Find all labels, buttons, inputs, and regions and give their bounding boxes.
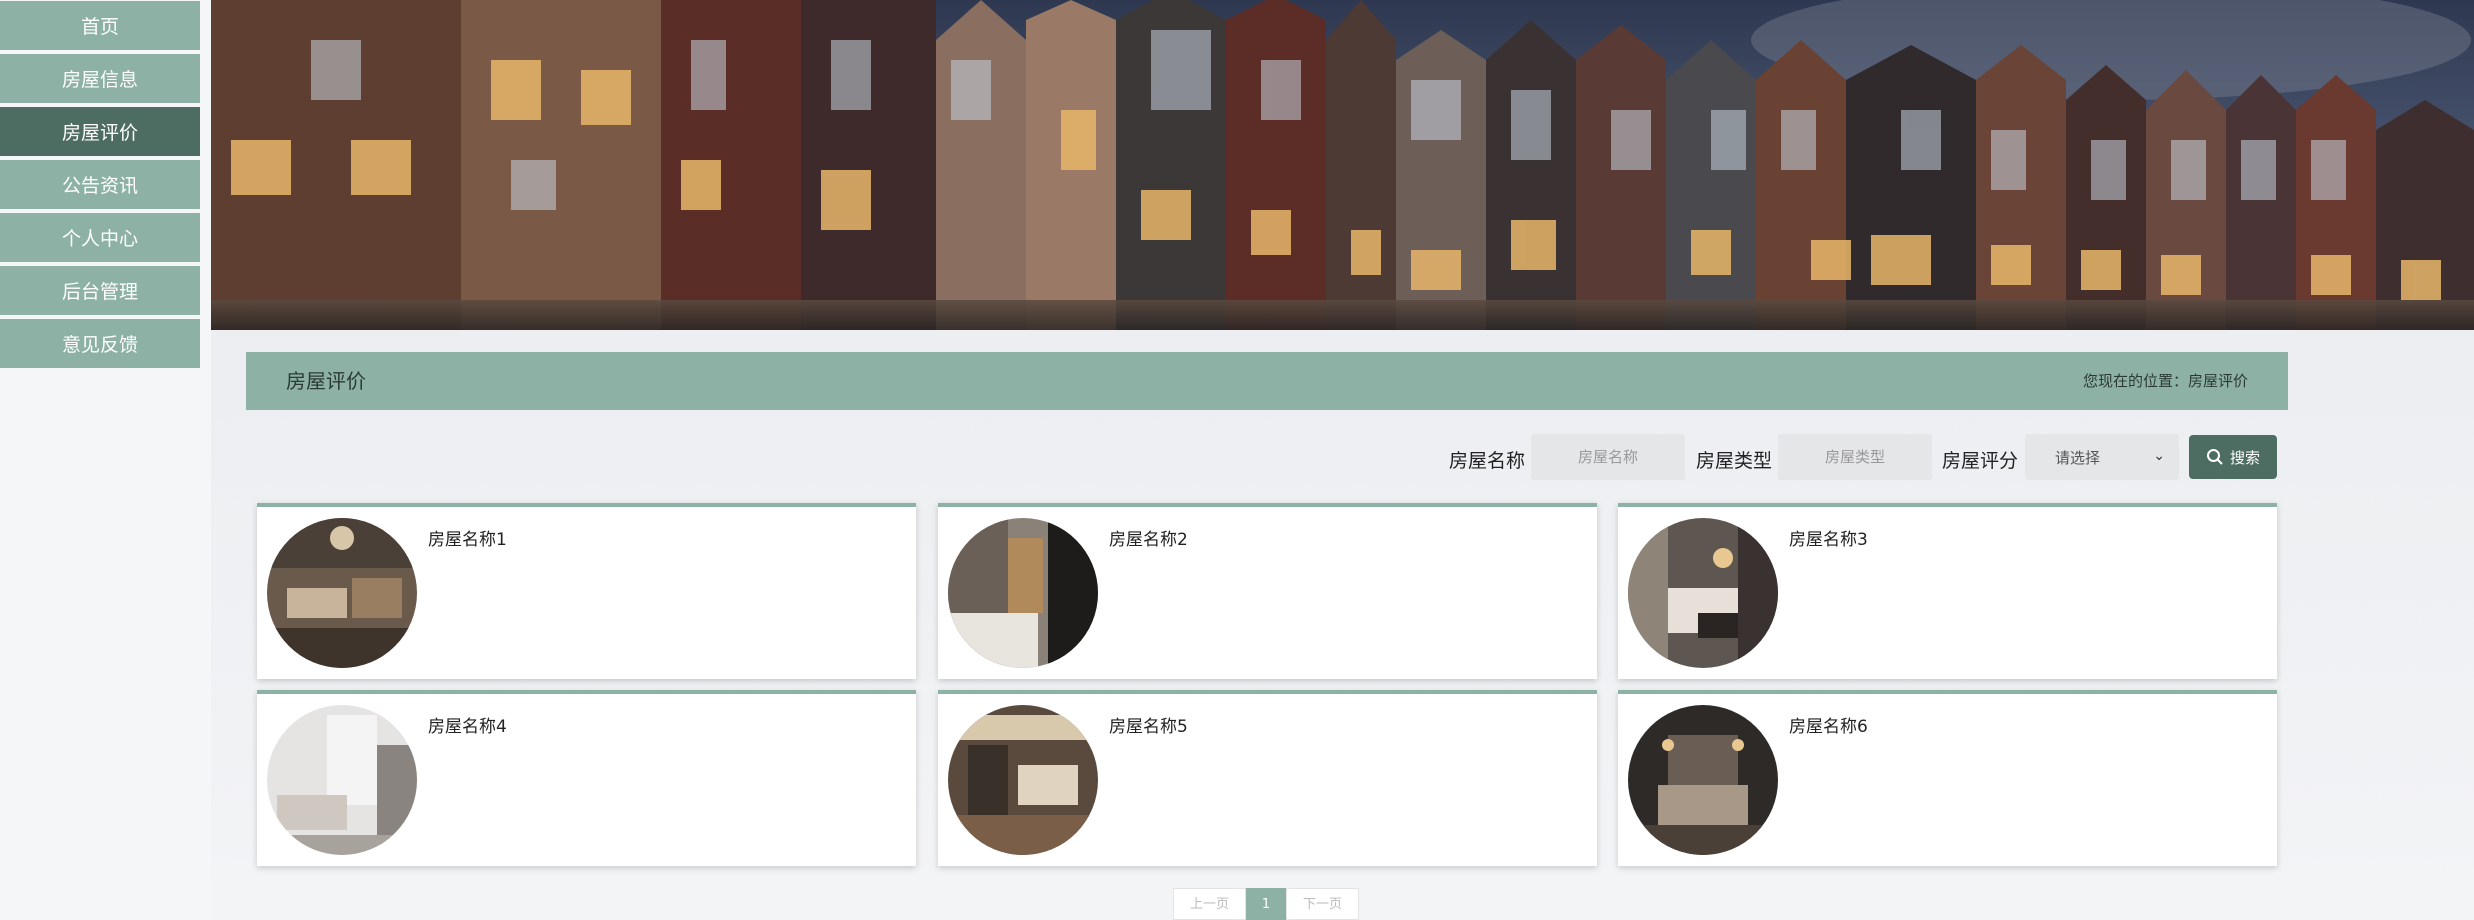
house-photo <box>948 705 1098 855</box>
nav-item-house-review[interactable]: 房屋评价 <box>0 107 200 156</box>
page-title: 房屋评价 <box>286 369 366 393</box>
breadcrumb: 您现在的位置：房屋评价 <box>2082 372 2248 390</box>
house-card[interactable]: 房屋名称1 <box>257 503 916 679</box>
house-card[interactable]: 房屋名称6 <box>1618 690 2277 866</box>
search-button-label: 搜索 <box>2229 448 2260 467</box>
sidebar: 首页 房屋信息 房屋评价 公告资讯 个人中心 后台管理 意见反馈 <box>0 0 211 920</box>
house-name: 房屋名称1 <box>428 530 507 550</box>
pagination: 上一页 1 下一页 <box>1173 888 1359 920</box>
townhouses-illustration <box>211 0 2474 330</box>
nav-item-feedback[interactable]: 意见反馈 <box>0 319 200 368</box>
next-page-button[interactable]: 下一页 <box>1286 888 1359 920</box>
search-button[interactable]: 搜索 <box>2189 435 2277 479</box>
prev-page-button[interactable]: 上一页 <box>1173 888 1246 920</box>
house-name-label: 房屋名称 <box>1449 450 1526 472</box>
nav-item-home[interactable]: 首页 <box>0 1 200 50</box>
house-name: 房屋名称6 <box>1789 717 1868 737</box>
house-card[interactable]: 房屋名称2 <box>938 503 1597 679</box>
nav-item-personal-center[interactable]: 个人中心 <box>0 213 200 262</box>
house-photo <box>1628 705 1778 855</box>
nav-item-admin[interactable]: 后台管理 <box>0 266 200 315</box>
house-card[interactable]: 房屋名称4 <box>257 690 916 866</box>
search-icon <box>2206 449 2223 465</box>
page-title-bar: 房屋评价 您现在的位置：房屋评价 <box>246 352 2288 410</box>
nav-item-house-info[interactable]: 房屋信息 <box>0 54 200 103</box>
house-photo <box>267 705 417 855</box>
house-rating-selected: 请选择 <box>2055 448 2101 467</box>
house-card[interactable]: 房屋名称5 <box>938 690 1597 866</box>
nav-item-announcements[interactable]: 公告资讯 <box>0 160 200 209</box>
house-name: 房屋名称4 <box>428 717 507 737</box>
house-card[interactable]: 房屋名称3 <box>1618 503 2277 679</box>
house-rating-select[interactable]: 请选择 ⌄ <box>2025 434 2179 480</box>
house-photo <box>1628 518 1778 668</box>
house-photo <box>948 518 1098 668</box>
house-name: 房屋名称5 <box>1109 717 1188 737</box>
house-name: 房屋名称2 <box>1109 530 1188 550</box>
banner-image <box>211 0 2474 330</box>
house-type-input[interactable] <box>1778 434 1932 480</box>
house-name: 房屋名称3 <box>1789 530 1868 550</box>
house-name-input[interactable] <box>1531 434 1685 480</box>
page-1-button[interactable]: 1 <box>1246 888 1286 920</box>
house-rating-label: 房屋评分 <box>1942 450 2019 472</box>
house-photo <box>267 518 417 668</box>
house-type-label: 房屋类型 <box>1696 450 1773 472</box>
chevron-down-icon: ⌄ <box>2153 448 2165 464</box>
